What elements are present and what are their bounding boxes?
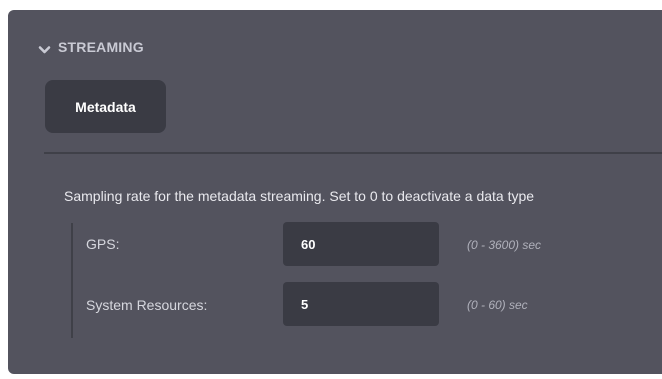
system-resources-rate-input[interactable]: 5 (283, 282, 439, 326)
sampling-rate-description: Sampling rate for the metadata streaming… (64, 188, 535, 204)
tab-metadata[interactable]: Metadata (45, 80, 166, 133)
section-divider (44, 152, 662, 154)
gps-label: GPS: (86, 236, 120, 252)
tab-metadata-label: Metadata (75, 98, 136, 115)
streaming-section-toggle[interactable]: STREAMING (38, 38, 144, 56)
streaming-panel: STREAMING Metadata Sampling rate for the… (8, 10, 662, 374)
gps-range-hint: (0 - 3600) sec (467, 238, 542, 252)
settings-window: STREAMING Metadata Sampling rate for the… (0, 0, 662, 379)
system-resources-label: System Resources: (86, 297, 208, 313)
system-resources-rate-value: 5 (301, 296, 309, 312)
gps-rate-input[interactable]: 60 (283, 222, 439, 266)
group-indent-line (71, 223, 73, 338)
gps-rate-value: 60 (301, 236, 316, 252)
section-title: STREAMING (58, 39, 144, 55)
chevron-down-icon (38, 42, 51, 54)
system-resources-range-hint: (0 - 60) sec (467, 298, 528, 312)
